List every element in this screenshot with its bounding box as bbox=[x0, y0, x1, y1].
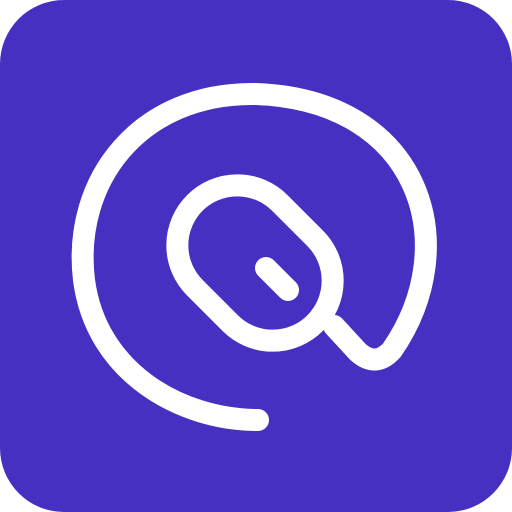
app-icon[interactable] bbox=[0, 0, 512, 512]
scroll-wheel bbox=[255, 257, 299, 301]
